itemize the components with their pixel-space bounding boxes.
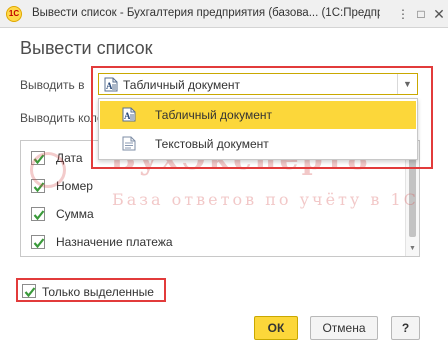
spreadsheet-doc-icon: A xyxy=(122,107,136,125)
window-title: Вывести список - Бухгалтерия предприятия… xyxy=(32,7,380,19)
maximize-icon[interactable]: □ xyxy=(412,5,430,23)
dropdown-option-spreadsheet[interactable]: A Табличный документ xyxy=(100,101,416,129)
output-dropdown-list: A Табличный документ Текстовый документ xyxy=(98,98,418,160)
output-select[interactable]: A Табличный документ ▼ xyxy=(98,73,418,95)
list-item-label: Сумма xyxy=(56,207,94,221)
text-doc-icon xyxy=(122,136,136,154)
ok-button[interactable]: ОК xyxy=(254,316,298,340)
svg-text:A: A xyxy=(124,111,131,121)
checkbox[interactable] xyxy=(31,207,45,221)
svg-text:A: A xyxy=(106,81,113,91)
checkmark-icon xyxy=(24,287,36,298)
help-button[interactable]: ? xyxy=(391,316,420,340)
scroll-down-arrow-icon[interactable]: ▼ xyxy=(406,242,419,256)
dropdown-option-label: Текстовый документ xyxy=(155,137,269,151)
spreadsheet-doc-icon: A xyxy=(104,77,118,95)
output-select-value: Табличный документ xyxy=(123,78,241,92)
close-icon[interactable]: ✕ xyxy=(430,5,448,23)
form-title: Вывести список xyxy=(20,38,153,58)
more-icon[interactable]: ⋮ xyxy=(394,5,412,23)
dropdown-option-text[interactable]: Текстовый документ xyxy=(100,130,416,158)
app-logo-icon: 1С xyxy=(6,6,22,22)
window-titlebar: 1С Вывести список - Бухгалтерия предприя… xyxy=(0,0,448,28)
list-item-label: Назначение платежа xyxy=(56,235,173,249)
dropdown-arrow-icon[interactable]: ▼ xyxy=(397,74,417,94)
dropdown-option-label: Табличный документ xyxy=(155,108,273,122)
only-selected-label: Только выделенные xyxy=(42,285,154,299)
watermark-logo xyxy=(30,152,66,188)
checkbox[interactable] xyxy=(31,235,45,249)
output-label: Выводить в xyxy=(20,78,85,92)
scroll-thumb[interactable] xyxy=(409,157,416,237)
checkmark-icon xyxy=(33,238,45,249)
checkmark-icon xyxy=(33,210,45,221)
cancel-button[interactable]: Отмена xyxy=(310,316,378,340)
checkbox[interactable] xyxy=(22,284,36,298)
